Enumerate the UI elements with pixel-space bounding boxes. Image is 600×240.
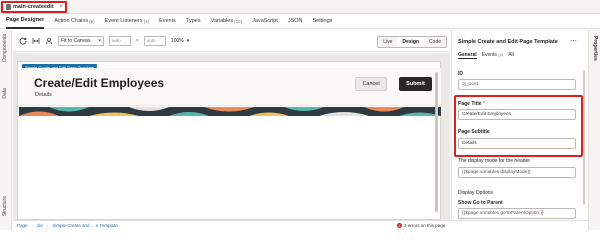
tab-page-designer[interactable]: Page Designer	[6, 14, 45, 29]
display-mode-label: The display mode for the header.	[458, 158, 532, 164]
breadcrumb-div[interactable]: div	[37, 223, 43, 228]
chevron-down-icon: ▾	[186, 37, 190, 44]
tab-events[interactable]: Events	[159, 14, 176, 29]
properties-title: Simple Create and Edit Page Template	[458, 39, 558, 45]
breadcrumb-separator: ›	[46, 223, 49, 228]
tab-all[interactable]: All	[508, 52, 514, 59]
display-options-label: Display Options	[458, 190, 494, 196]
mode-design-button[interactable]: Design	[397, 37, 425, 47]
tab-javascript[interactable]: JavaScript	[252, 14, 278, 29]
properties-rail-tab[interactable]: Properties	[592, 36, 598, 61]
id-field[interactable]: oj_oce1	[458, 79, 576, 90]
tab-types[interactable]: Types	[186, 14, 201, 29]
close-icon[interactable]: ×	[59, 4, 63, 10]
file-tab-bar: main-createedit ×	[0, 0, 600, 14]
zoom-select[interactable]: 100% ▾	[171, 38, 189, 44]
mode-code-button[interactable]: Code	[424, 37, 446, 47]
tab-action-chains[interactable]: Action Chains (6)	[54, 14, 94, 29]
right-rail: Properties	[588, 30, 600, 230]
fit-to-canvas-select[interactable]: Fit to Canvas ▾	[58, 35, 104, 46]
tab-event-listeners[interactable]: Event Listeners (4)	[105, 14, 149, 29]
tab-label: Page Designer	[6, 17, 45, 23]
canvas-toolbar: Fit to Canvas ▾ auto × auto 100% ▾ Live …	[13, 30, 450, 52]
page-preview[interactable]: Simple Create and Edit Page Template Cre…	[17, 61, 441, 220]
canvas-width-input[interactable]: auto	[109, 35, 131, 46]
refresh-icon[interactable]	[19, 37, 27, 45]
canvas-height-input[interactable]: auto	[143, 35, 166, 46]
highlight-annotation	[454, 95, 583, 157]
tab-label: JSON	[287, 18, 303, 24]
show-go-to-parent-label: Show Go to Parent	[458, 200, 503, 206]
file-icon	[6, 4, 11, 10]
status-bar: Page › div › Simple Create and ... e Tem…	[13, 220, 588, 230]
breadcrumb-separator: ›	[31, 223, 34, 228]
tab-settings[interactable]: Settings	[313, 14, 333, 29]
user-icon[interactable]	[45, 37, 53, 45]
design-canvas[interactable]: Simple Create and Edit Page Template Cre…	[13, 53, 450, 220]
tab-count: (4)	[143, 18, 150, 24]
tab-label: Types	[185, 18, 201, 24]
mode-live-button[interactable]: Live	[378, 37, 398, 47]
cancel-button[interactable]: Cancel	[355, 77, 387, 91]
tab-count: (15)	[234, 18, 243, 24]
properties-tabs: General Events (4) All	[458, 52, 514, 59]
file-tab-label: main-createedit	[13, 4, 54, 10]
left-rail: Components Data Structure	[0, 30, 12, 230]
canvas-scrollbar[interactable]	[435, 72, 438, 212]
page-header[interactable]: Create/Edit Employees Details Cancel Sub…	[19, 68, 441, 106]
tab-label: Events	[481, 52, 497, 58]
structure-rail-tab[interactable]: Structure	[2, 196, 8, 216]
components-rail-tab[interactable]: Components	[2, 34, 8, 62]
tab-count: (4)	[498, 52, 504, 57]
times-separator: ×	[136, 37, 139, 44]
chevron-down-icon: ▾	[98, 37, 101, 44]
file-tab-main-createedit[interactable]: main-createedit ×	[1, 1, 67, 13]
display-mode-field[interactable]: {{$page.variables.displayMode}}	[458, 167, 576, 178]
tab-count: (6)	[89, 18, 95, 24]
breadcrumb-template[interactable]: Simple Create and ... e Template	[52, 223, 117, 228]
decorative-banner	[19, 107, 441, 116]
data-rail-tab[interactable]: Data	[2, 88, 8, 99]
page-subtitle: Details	[35, 92, 52, 98]
properties-panel: Simple Create and Edit Page Template ⋯ G…	[451, 30, 588, 220]
tab-label: Variables	[210, 18, 234, 24]
properties-scrollbar[interactable]	[583, 70, 585, 205]
tab-label: JavaScript	[252, 18, 278, 24]
tab-general[interactable]: General	[458, 52, 477, 59]
view-mode-group: Live Design Code	[377, 36, 447, 48]
errors-indicator[interactable]: 2 2 errors on this page	[397, 223, 445, 228]
show-go-to-parent-field[interactable]: {{$page.variables.goToParentOption }}	[458, 208, 576, 219]
designer-tabs: Page Designer Action Chains (6) Event Lis…	[0, 14, 600, 29]
fit-width-icon[interactable]	[32, 37, 40, 45]
error-icon: 2	[397, 223, 402, 228]
more-options-icon[interactable]: ⋯	[570, 37, 577, 45]
tab-variables[interactable]: Variables (15)	[211, 14, 243, 29]
tab-events[interactable]: Events (4)	[482, 52, 504, 59]
tab-label: Action Chains	[54, 18, 89, 24]
id-label: ID	[458, 71, 463, 77]
tab-label: Events	[159, 18, 176, 24]
tab-label: Settings	[312, 18, 333, 24]
fit-to-canvas-value: Fit to Canvas	[61, 37, 91, 44]
zoom-value: 100%	[170, 37, 184, 44]
breadcrumb-page[interactable]: Page	[17, 223, 28, 228]
page-title: Create/Edit Employees	[34, 76, 165, 90]
errors-text: 2 errors on this page	[404, 223, 446, 228]
submit-button[interactable]: Submit	[399, 77, 432, 91]
tab-json[interactable]: JSON	[288, 14, 303, 29]
tab-label: Event Listeners	[104, 18, 143, 24]
